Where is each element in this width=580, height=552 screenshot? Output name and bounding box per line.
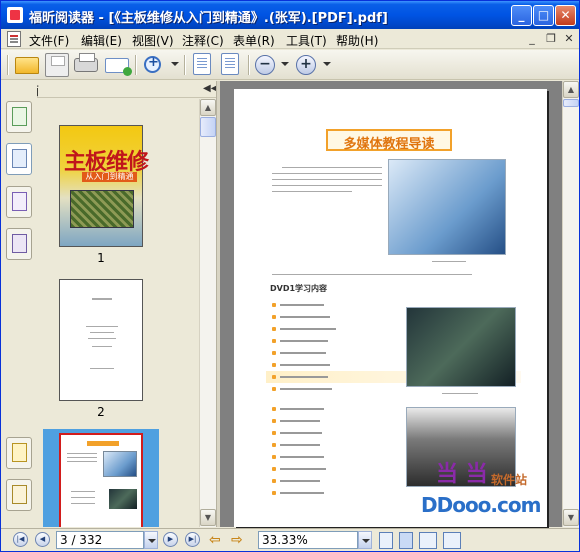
go-forward-icon[interactable]: ⇨ [231,532,243,548]
page-thumbnail-3[interactable] [59,433,143,527]
menu-tools[interactable]: 工具(T) [286,32,327,49]
window-title: 福昕阅读器 - [《主板维修从入门到精通》.(张军).[PDF].pdf] [29,11,388,26]
zoom-plus-dropdown-arrow[interactable] [323,62,331,66]
maximize-button[interactable]: □ [533,5,554,26]
page-thumbnail-2[interactable] [59,279,143,401]
fit-width-icon[interactable] [221,53,239,75]
next-page-icon[interactable]: ▶ [163,532,178,547]
menu-file[interactable]: 文件(F) [29,32,69,49]
toolbar-grip [7,55,9,75]
go-back-icon[interactable]: ⇦ [209,532,221,548]
minimize-button[interactable]: _ [511,5,532,26]
menu-help[interactable]: 帮助(H) [336,32,378,49]
continuous-facing-layout-icon[interactable] [443,532,461,549]
document-viewer[interactable]: 多媒体教程导读 DVD1学习内容 [220,81,562,527]
doc-close-button[interactable]: ✕ [562,32,576,46]
attachments-tab-icon[interactable] [6,479,32,511]
zoom-dropdown-button[interactable] [358,531,372,549]
menu-bar: 文件(F) 编辑(E) 视图(V) 注释(C) 表单(R) 工具(T) 帮助(H… [1,29,579,49]
page-dropdown-button[interactable] [144,531,158,549]
zoom-plus-icon[interactable]: + [296,55,316,75]
thumbnail-panel: 主板维修 从入门到精通 1 2 [37,99,199,527]
document-scrollbar[interactable]: ▲ ▼ [562,81,579,527]
doc-restore-button[interactable]: ❐ [544,32,558,46]
thumbnail-number-1: 1 [97,251,105,265]
document-icon [7,31,21,47]
continuous-layout-icon[interactable] [399,532,413,549]
close-button[interactable]: ✕ [555,5,576,26]
zoom-in-icon[interactable] [144,55,161,73]
document-page: 多媒体教程导读 DVD1学习内容 [234,89,547,527]
board-photo-1 [406,307,516,387]
watermark-logo: 当 当 [436,461,488,487]
toolbar-separator [135,55,137,75]
doc-scroll-thumb[interactable] [563,99,579,107]
first-page-icon[interactable]: |◀ [13,532,28,547]
motherboard-image [70,190,134,228]
zoom-level-input[interactable]: 33.33% [258,531,358,549]
scroll-up-button[interactable]: ▲ [200,99,216,116]
page-number-input[interactable]: 3 / 332 [56,531,144,549]
title-bar: 福昕阅读器 - [《主板维修从入门到精通》.(张军).[PDF].pdf] _ … [1,1,579,29]
status-bar: |◀ ◀ 3 / 332 ▶ ▶| ⇦ ⇨ 33.33% [1,528,579,551]
facing-layout-icon[interactable] [419,532,437,549]
zoom-out-dropdown-arrow[interactable] [281,62,289,66]
toolbar: − + [1,50,579,80]
screenshot-figure [388,159,506,255]
zoom-out-icon[interactable]: − [255,55,275,75]
comments-tab-icon[interactable] [6,437,32,469]
email-icon[interactable] [105,58,132,76]
fit-page-icon[interactable] [193,53,211,75]
save-icon[interactable] [45,53,69,77]
cover-subtitle: 从入门到精通 [82,172,137,182]
pages-tab-icon[interactable] [6,101,32,133]
thumbnail-scrollbar[interactable]: ▲ ▼ [199,99,216,527]
watermark-url: DDooo.com [421,493,541,517]
watermark-subtitle: 软件站 [491,473,528,487]
toolbar-separator [248,55,250,75]
thumbnail-number-2: 2 [97,405,105,419]
app-icon [7,7,23,23]
menu-form[interactable]: 表单(R) [233,32,275,49]
single-page-layout-icon[interactable] [379,532,393,549]
annotations-tab-icon[interactable] [6,186,32,218]
last-page-icon[interactable]: ▶| [185,532,200,547]
toolbar-separator [184,55,186,75]
scroll-thumb[interactable] [200,117,216,137]
doc-scroll-down-button[interactable]: ▼ [563,509,579,526]
doc-minimize-button[interactable]: _ [525,32,539,46]
scroll-down-button[interactable]: ▼ [200,509,216,526]
doc-scroll-up-button[interactable]: ▲ [563,81,579,98]
page-thumbnail-1[interactable]: 主板维修 从入门到精通 [59,125,149,247]
app-window: 福昕阅读器 - [《主板维修从入门到精通》.(张军).[PDF].pdf] _ … [0,0,580,552]
open-folder-icon[interactable] [15,57,39,74]
zoom-dropdown-arrow[interactable] [171,62,179,66]
page-heading: 多媒体教程导读 [343,137,435,152]
section-heading: DVD1学习内容 [270,284,328,293]
menu-edit[interactable]: 编辑(E) [81,32,122,49]
layers-tab-icon[interactable] [6,228,32,260]
menu-comment[interactable]: 注释(C) [182,32,224,49]
prev-page-icon[interactable]: ◀ [35,532,50,547]
print-icon[interactable] [74,53,98,72]
menu-view[interactable]: 视图(V) [132,32,174,49]
page-heading-box: 多媒体教程导读 [326,129,452,152]
bookmarks-tab-icon[interactable] [6,143,32,175]
